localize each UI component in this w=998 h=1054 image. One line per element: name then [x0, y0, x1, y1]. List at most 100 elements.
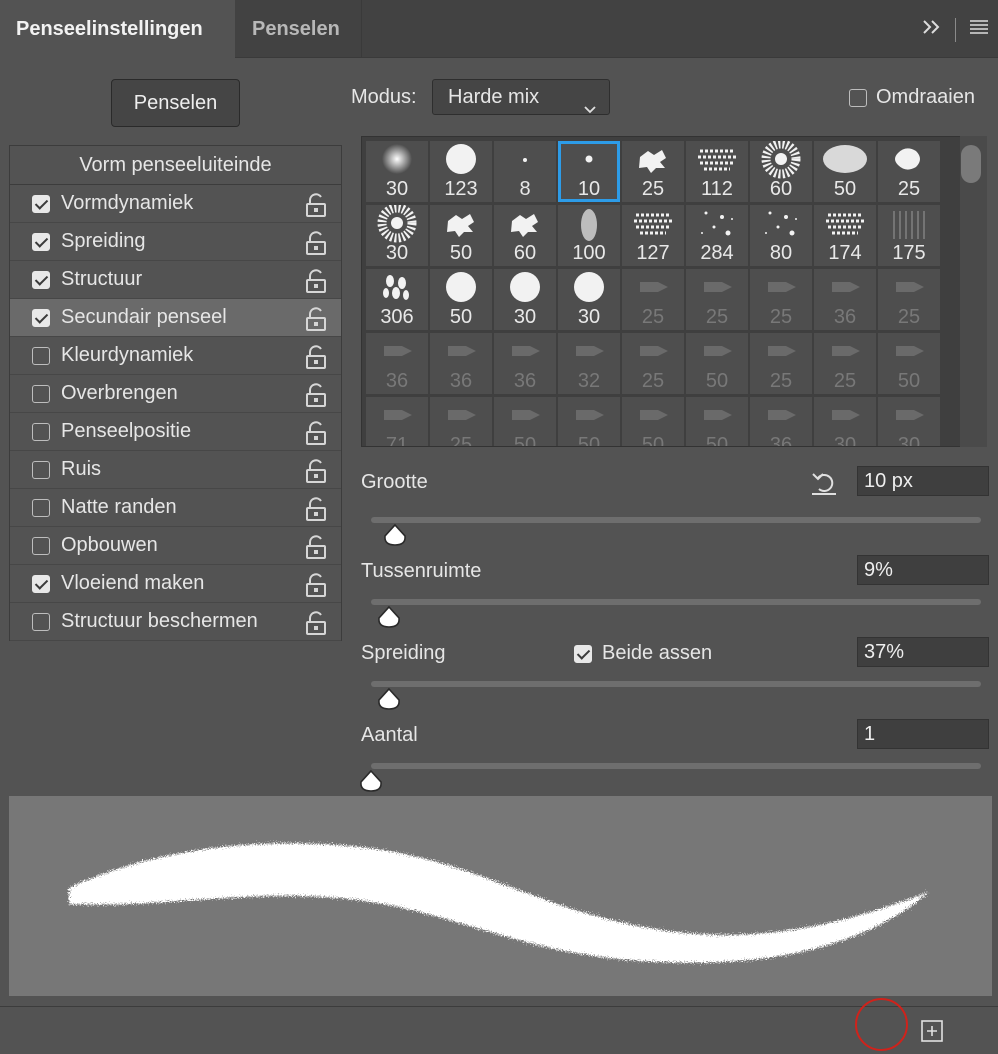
brush-preset[interactable]: 60 — [750, 141, 812, 202]
brush-preset[interactable]: 36 — [750, 397, 812, 446]
brush-preset[interactable]: 284 — [686, 205, 748, 266]
unlock-icon[interactable] — [305, 611, 327, 641]
size-slider-thumb[interactable] — [382, 523, 408, 552]
both-axes-toggle[interactable]: Beide assen — [574, 642, 712, 665]
tab-brush-settings[interactable]: Penseelinstellingen — [0, 0, 235, 58]
brush-preset[interactable]: 30 — [494, 269, 556, 330]
flip-checkbox[interactable] — [849, 88, 867, 107]
brush-preset[interactable]: 112 — [686, 141, 748, 202]
brush-preset[interactable]: 8 — [494, 141, 556, 202]
brush-preset[interactable]: 25 — [622, 141, 684, 202]
brush-preset[interactable]: 50 — [430, 205, 492, 266]
unlock-icon[interactable] — [305, 193, 327, 223]
unlock-icon[interactable] — [305, 269, 327, 299]
brush-preset[interactable]: 36 — [366, 333, 428, 394]
settings-item-checkbox[interactable] — [32, 612, 50, 631]
brush-tip-shape-header[interactable]: Vorm penseeluiteinde — [10, 146, 341, 185]
settings-item-checkbox[interactable] — [32, 270, 50, 289]
brush-preset[interactable]: 30 — [814, 397, 876, 446]
brush-preset[interactable]: 32 — [558, 333, 620, 394]
reset-size-icon[interactable] — [810, 470, 838, 501]
brush-preset[interactable]: 127 — [622, 205, 684, 266]
brush-preset[interactable]: 30 — [366, 141, 428, 202]
brush-preset[interactable]: 50 — [814, 141, 876, 202]
grid-scrollbar-thumb[interactable] — [961, 145, 981, 183]
flip-toggle[interactable]: Omdraaien — [849, 86, 975, 109]
panel-menu-icon[interactable] — [968, 16, 990, 43]
brush-preset[interactable]: 30 — [558, 269, 620, 330]
unlock-icon[interactable] — [305, 231, 327, 261]
brush-preset[interactable]: 50 — [622, 397, 684, 446]
settings-item[interactable]: Structuur — [10, 261, 341, 299]
spacing-field[interactable]: 9% — [857, 555, 989, 585]
brush-preset[interactable]: 36 — [430, 333, 492, 394]
scatter-slider-thumb[interactable] — [376, 687, 402, 716]
brush-preset[interactable]: 50 — [686, 333, 748, 394]
settings-item-checkbox[interactable] — [32, 460, 50, 479]
brush-preset[interactable]: 50 — [878, 333, 940, 394]
settings-item[interactable]: Secundair penseel — [10, 299, 341, 337]
brush-preset[interactable]: 174 — [814, 205, 876, 266]
brush-preset[interactable]: 50 — [558, 397, 620, 446]
spacing-slider-thumb[interactable] — [376, 605, 402, 634]
brush-preset[interactable]: 36 — [814, 269, 876, 330]
settings-item[interactable]: Vormdynamiek — [10, 185, 341, 223]
brush-preset[interactable]: 25 — [622, 333, 684, 394]
brush-preset[interactable]: 25 — [878, 141, 940, 202]
settings-item[interactable]: Opbouwen — [10, 527, 341, 565]
tab-brushes[interactable]: Penselen — [236, 0, 362, 58]
brush-preset[interactable]: 36 — [494, 333, 556, 394]
settings-item-checkbox[interactable] — [32, 422, 50, 441]
settings-item[interactable]: Penseelpositie — [10, 413, 341, 451]
settings-item[interactable]: Overbrengen — [10, 375, 341, 413]
brush-preset[interactable]: 10 — [558, 141, 620, 202]
brush-preset[interactable]: 50 — [430, 269, 492, 330]
brushes-button[interactable]: Penselen — [111, 79, 240, 127]
brush-preset[interactable]: 123 — [430, 141, 492, 202]
unlock-icon[interactable] — [305, 345, 327, 375]
collapse-icon[interactable] — [921, 16, 943, 43]
brush-preset[interactable]: 60 — [494, 205, 556, 266]
unlock-icon[interactable] — [305, 307, 327, 337]
settings-item-checkbox[interactable] — [32, 574, 50, 593]
brush-preset[interactable]: 25 — [750, 269, 812, 330]
settings-item[interactable]: Vloeiend maken — [10, 565, 341, 603]
brush-preset[interactable]: 25 — [430, 397, 492, 446]
unlock-icon[interactable] — [305, 421, 327, 451]
brush-preset[interactable]: 30 — [366, 205, 428, 266]
brush-preset[interactable]: 25 — [814, 333, 876, 394]
unlock-icon[interactable] — [305, 383, 327, 413]
settings-item-checkbox[interactable] — [32, 346, 50, 365]
brush-preset[interactable]: 30 — [878, 397, 940, 446]
unlock-icon[interactable] — [305, 497, 327, 527]
settings-item[interactable]: Spreiding — [10, 223, 341, 261]
brush-preset[interactable]: 306 — [366, 269, 428, 330]
count-slider-track[interactable] — [371, 763, 981, 769]
brush-preset[interactable]: 71 — [366, 397, 428, 446]
count-slider-thumb[interactable] — [358, 769, 384, 798]
settings-item-checkbox[interactable] — [32, 232, 50, 251]
unlock-icon[interactable] — [305, 535, 327, 565]
settings-item-checkbox[interactable] — [32, 194, 50, 213]
settings-item[interactable]: Structuur beschermen — [10, 603, 341, 641]
brush-preset[interactable]: 50 — [494, 397, 556, 446]
both-axes-checkbox[interactable] — [574, 644, 592, 663]
settings-item[interactable]: Kleurdynamiek — [10, 337, 341, 375]
settings-item[interactable]: Natte randen — [10, 489, 341, 527]
brush-preset[interactable]: 100 — [558, 205, 620, 266]
scatter-slider-track[interactable] — [371, 681, 981, 687]
brush-preset[interactable]: 25 — [878, 269, 940, 330]
unlock-icon[interactable] — [305, 573, 327, 603]
settings-item-checkbox[interactable] — [32, 536, 50, 555]
size-slider-track[interactable] — [371, 517, 981, 523]
mode-select[interactable]: Harde mix — [432, 79, 610, 115]
settings-item-checkbox[interactable] — [32, 498, 50, 517]
settings-item-checkbox[interactable] — [32, 384, 50, 403]
spacing-slider-track[interactable] — [371, 599, 981, 605]
scatter-field[interactable]: 37% — [857, 637, 989, 667]
count-field[interactable]: 1 — [857, 719, 989, 749]
brush-preset[interactable]: 25 — [686, 269, 748, 330]
brush-preset[interactable]: 175 — [878, 205, 940, 266]
size-field[interactable]: 10 px — [857, 466, 989, 496]
settings-item[interactable]: Ruis — [10, 451, 341, 489]
